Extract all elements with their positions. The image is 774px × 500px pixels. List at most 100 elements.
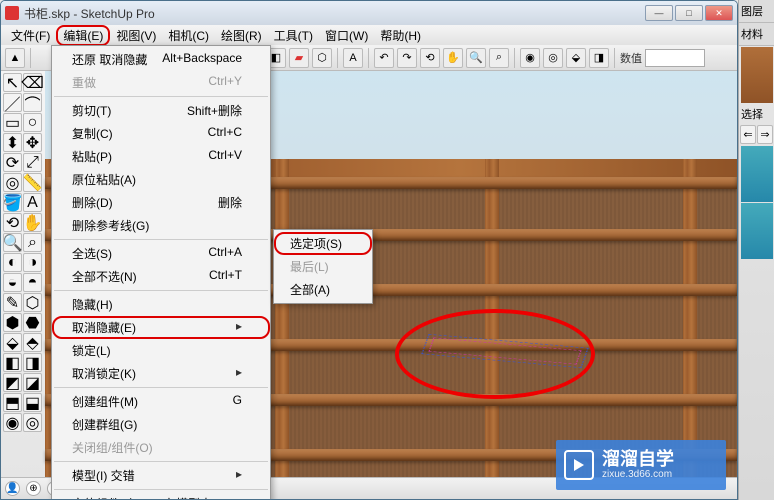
menu-intersect[interactable]: 模型(I) 交错▸ [52,464,270,487]
menu-redo[interactable]: 重做Ctrl+Y [52,71,270,94]
tool[interactable]: ◨ [23,353,42,372]
submenu-all[interactable]: 全部(A) [274,278,372,301]
watermark-brand: 溜溜自学 [602,450,674,470]
close-button[interactable]: ✕ [705,5,733,21]
tool[interactable]: ⬡ [23,293,42,312]
undo-icon[interactable]: ↶ [374,48,394,68]
menu-window[interactable]: 窗口(W) [319,26,374,45]
tool-palette: ↖⌫ ／⌒ ▭○ ⬍✥ ⟳⤢ ◎📏 🪣A ⟲✋ 🔍⌕ ◐◑ ◒◓ ✎⬡ ⬢⬣ ⬙… [1,71,45,477]
tool[interactable]: ◩ [3,373,22,392]
orbit-icon[interactable]: ⟲ [420,48,440,68]
menu-delete[interactable]: 删除(D)删除 [52,191,270,214]
rect-tool[interactable]: ▭ [3,113,22,132]
pan-tool[interactable]: ✋ [23,213,42,232]
menu-undo[interactable]: 还原 取消隐藏Alt+Backspace [52,48,270,71]
text-tool[interactable]: A [23,193,42,212]
toolbar-icon[interactable]: ⬡ [312,48,332,68]
menu-draw[interactable]: 绘图(R) [215,26,268,45]
menu-make-component[interactable]: 创建组件(M)G [52,390,270,413]
tool[interactable]: ⬙ [3,333,22,352]
scale-tool[interactable]: ⤢ [23,153,42,172]
menu-camera[interactable]: 相机(C) [162,26,215,45]
toolbar-icon[interactable]: ▰ [289,48,309,68]
menu-lock[interactable]: 锁定(L) [52,339,270,362]
material-wood[interactable] [741,47,773,103]
watermark: 溜溜自学 zixue.3d66.com [556,440,726,490]
tab-materials[interactable]: 材料 [739,23,774,46]
menu-delete-guides[interactable]: 删除参考线(G) [52,214,270,237]
zoom-extents-icon[interactable]: ⌕ [489,48,509,68]
geo-icon[interactable]: ⊕ [26,481,41,496]
menu-help[interactable]: 帮助(H) [374,26,427,45]
tool[interactable]: ⬢ [3,313,22,332]
menu-tools[interactable]: 工具(T) [268,26,319,45]
tool[interactable]: ⬒ [3,393,22,412]
submenu-selected[interactable]: 选定项(S) [274,232,372,255]
menu-cut[interactable]: 剪切(T)Shift+删除 [52,99,270,122]
menu-hide[interactable]: 隐藏(H) [52,293,270,316]
toolbar-icon[interactable]: ◨ [589,48,609,68]
tool[interactable]: ◉ [3,413,22,432]
unhide-submenu: 选定项(S) 最后(L) 全部(A) [273,229,373,304]
pan-icon[interactable]: ✋ [443,48,463,68]
redo-icon[interactable]: ↷ [397,48,417,68]
status-icon[interactable]: 👤 [5,481,20,496]
tape-tool[interactable]: 📏 [23,173,42,192]
offset-tool[interactable]: ◎ [3,173,22,192]
measure-input[interactable] [645,49,705,67]
maximize-button[interactable]: □ [675,5,703,21]
menu-make-group[interactable]: 创建群组(G) [52,413,270,436]
menu-edit[interactable]: 编辑(E) [56,25,110,46]
menu-entity-component[interactable]: 实体组件（131，在模型中▸ [52,492,270,500]
panel-icon[interactable]: ⇒ [757,125,773,144]
minimize-button[interactable]: — [645,5,673,21]
tool[interactable]: ◧ [3,353,22,372]
menu-unhide[interactable]: 取消隐藏(E)▸ [52,316,270,339]
toolbar-icon[interactable]: ◎ [543,48,563,68]
move-tool[interactable]: ✥ [23,133,42,152]
tool[interactable]: ◎ [23,413,42,432]
tool[interactable]: ◒ [3,273,22,292]
tool[interactable]: ⬓ [23,393,42,412]
rotate-tool[interactable]: ⟳ [3,153,22,172]
orbit-tool[interactable]: ⟲ [3,213,22,232]
chevron-right-icon: ▸ [236,365,242,382]
material-water1[interactable] [741,146,773,202]
menu-unlock[interactable]: 取消锁定(K)▸ [52,362,270,385]
tool[interactable]: ◑ [23,253,42,272]
zoom-tool[interactable]: 🔍 [3,233,22,252]
play-icon [564,450,594,480]
panel-icon[interactable]: ⇐ [740,125,756,144]
circle-tool[interactable]: ○ [23,113,42,132]
toolbar-icon[interactable]: ◉ [520,48,540,68]
paint-tool[interactable]: 🪣 [3,193,22,212]
menu-paste[interactable]: 粘贴(P)Ctrl+V [52,145,270,168]
menu-deselect-all[interactable]: 全部不选(N)Ctrl+T [52,265,270,288]
tool[interactable]: ◐ [3,253,22,272]
menu-paste-in-place[interactable]: 原位粘贴(A) [52,168,270,191]
tool[interactable]: ◓ [23,273,42,292]
toolbar-icon[interactable]: ⬙ [566,48,586,68]
arc-tool[interactable]: ⌒ [23,93,42,112]
material-water2[interactable] [741,203,773,259]
zoom-icon[interactable]: 🔍 [466,48,486,68]
submenu-last[interactable]: 最后(L) [274,255,372,278]
tab-layers[interactable]: 图层 [739,0,774,23]
toolbar-icon[interactable]: A [343,48,363,68]
tool[interactable]: ✎ [3,293,22,312]
pushpull-tool[interactable]: ⬍ [3,133,22,152]
measure-label: 数值 [620,50,642,66]
menu-select-all[interactable]: 全选(S)Ctrl+A [52,242,270,265]
line-tool[interactable]: ／ [3,93,22,112]
select-tool[interactable]: ↖ [3,73,22,92]
menu-copy[interactable]: 复制(C)Ctrl+C [52,122,270,145]
tool[interactable]: ◪ [23,373,42,392]
menu-close-group[interactable]: 关闭组/组件(O) [52,436,270,459]
menu-view[interactable]: 视图(V) [110,26,162,45]
zoom-window-tool[interactable]: ⌕ [23,233,42,252]
tool[interactable]: ⬘ [23,333,42,352]
arrow-icon[interactable]: ▲ [5,48,25,68]
menu-file[interactable]: 文件(F) [5,26,56,45]
tool[interactable]: ⬣ [23,313,42,332]
eraser-tool[interactable]: ⌫ [23,73,42,92]
